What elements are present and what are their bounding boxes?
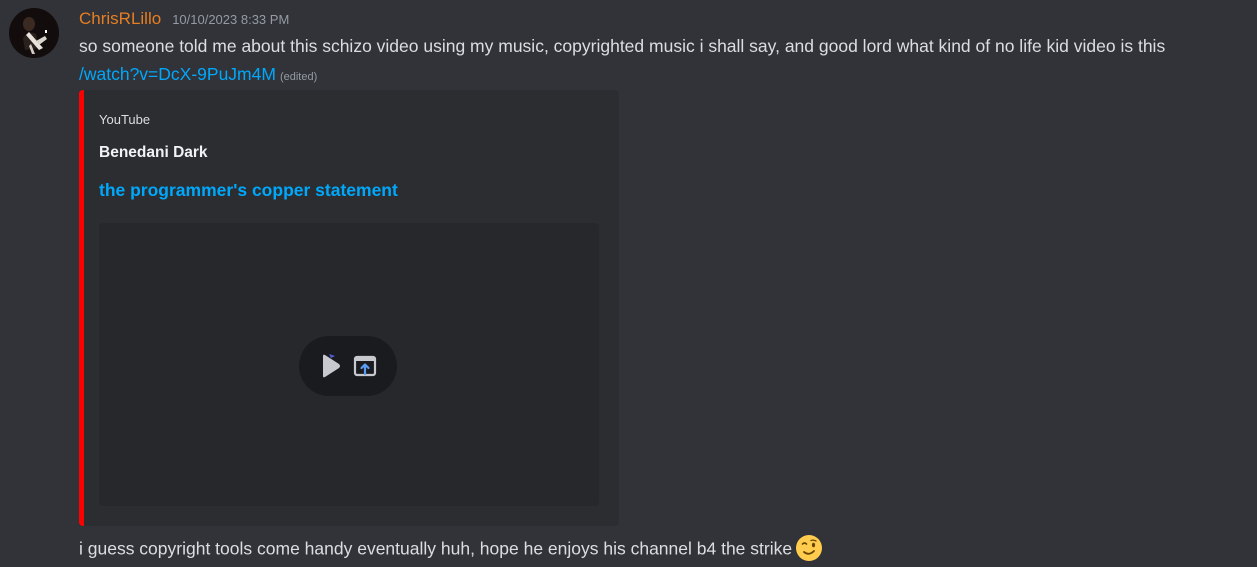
video-link[interactable]: /watch?v=DcX-9PuJm4M xyxy=(79,64,276,84)
embed-provider: YouTube xyxy=(99,112,151,127)
video-controls xyxy=(299,336,397,396)
video-thumbnail[interactable] xyxy=(99,223,599,506)
avatar-image xyxy=(9,8,59,58)
message-text-line-3: i guess copyright tools come handy event… xyxy=(79,534,823,564)
winking-face-icon[interactable] xyxy=(795,534,823,562)
message-header: ChrisRLillo 10/10/2023 8:33 PM xyxy=(79,9,289,31)
avatar[interactable] xyxy=(9,8,59,58)
play-button[interactable] xyxy=(319,354,343,378)
embed-title-link[interactable]: the programmer's copper statement xyxy=(99,180,398,201)
timestamp[interactable]: 10/10/2023 8:33 PM xyxy=(172,12,289,27)
message-text-line-2: /watch?v=DcX-9PuJm4M (edited) xyxy=(79,62,317,89)
chat-message: ChrisRLillo 10/10/2023 8:33 PM so someon… xyxy=(0,0,1257,567)
open-external-button[interactable] xyxy=(353,354,377,378)
open-external-icon xyxy=(353,354,377,378)
play-icon xyxy=(320,354,342,378)
message-text-line-1: so someone told me about this schizo vid… xyxy=(79,36,1166,56)
username[interactable]: ChrisRLillo xyxy=(79,9,161,29)
edited-label: (edited) xyxy=(279,71,318,83)
message-text-line-3-content: i guess copyright tools come handy event… xyxy=(79,538,793,559)
embed-author[interactable]: Benedani Dark xyxy=(99,144,208,162)
link-embed: YouTube Benedani Dark the programmer's c… xyxy=(79,90,619,526)
